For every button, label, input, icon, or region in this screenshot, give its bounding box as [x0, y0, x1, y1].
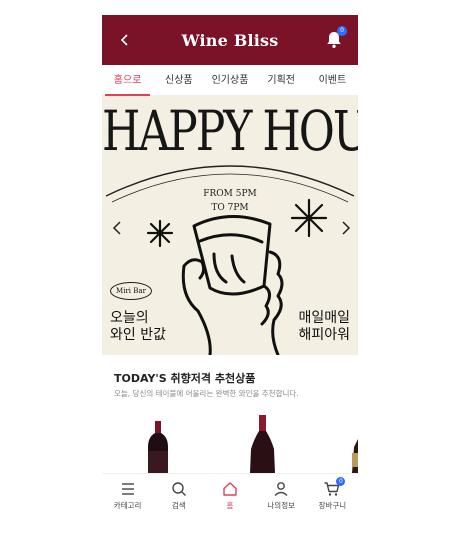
banner-time-from: FROM 5PM — [203, 189, 257, 199]
nav-home-label: 홈 — [226, 501, 234, 510]
banner-next-button[interactable] — [336, 216, 356, 240]
nav-my-info[interactable]: 나의정보 — [256, 474, 307, 515]
app-title: Wine Bliss — [181, 30, 279, 50]
menu-icon — [121, 483, 134, 495]
banner-left-copy: 오늘의 와인 반값 — [110, 310, 166, 344]
bar-name-badge: Miri Bar — [110, 282, 152, 300]
product-wine-bottle-2[interactable] — [250, 415, 275, 473]
promo-banner[interactable]: HAPPY HOUR FROM 5PM TO 7PM Miri Bar 오늘의 … — [102, 96, 358, 355]
banner-right-line1: 매일매일 — [298, 310, 350, 326]
tab-new[interactable]: 신상품 — [153, 65, 204, 95]
tab-special[interactable]: 기획전 — [256, 65, 307, 95]
section-title: TODAY'S 취향저격 추천상품 — [114, 372, 256, 385]
bottom-navigation: 카테고리 검색 홈 나의정보 0 장바구니 — [102, 473, 358, 515]
notification-button[interactable]: 0 — [322, 26, 347, 52]
nav-cart-label: 장바구니 — [318, 501, 347, 510]
cart-icon-wrap: 0 — [323, 477, 346, 498]
banner-headline: HAPPY HOUR — [102, 100, 358, 164]
product-wine-bottle-3[interactable] — [352, 439, 358, 473]
search-icon — [172, 482, 186, 496]
product-carousel — [102, 407, 358, 473]
tab-home[interactable]: 홈으로 — [102, 65, 153, 96]
nav-cart[interactable]: 0 장바구니 — [307, 474, 358, 515]
nav-category[interactable]: 카테고리 — [102, 474, 153, 515]
product-wine-bottle-1[interactable] — [148, 421, 168, 473]
nav-home[interactable]: 홈 — [204, 474, 255, 515]
banner-right-copy: 매일매일 해피아워 — [298, 310, 350, 344]
cart-badge: 0 — [336, 477, 346, 486]
chevron-left-icon — [112, 221, 121, 235]
home-icon — [223, 482, 237, 496]
banner-right-line2: 해피아워 — [298, 327, 350, 343]
banner-left-line2: 와인 반값 — [110, 327, 166, 343]
banner-time-to: TO 7PM — [211, 203, 249, 213]
section-subtitle: 오늘, 당신의 테이블에 어울리는 완벽한 와인을 추천합니다. — [114, 389, 299, 398]
app-header: Wine Bliss 0 — [102, 15, 358, 65]
nav-search[interactable]: 검색 — [153, 474, 204, 515]
chevron-left-icon — [120, 34, 128, 46]
banner-prev-button[interactable] — [107, 216, 127, 240]
notification-badge: 0 — [337, 26, 347, 36]
nav-category-label: 카테고리 — [113, 501, 142, 510]
app-screen: Wine Bliss 0 홈으로 신상품 인기상품 기획전 이벤트 HAPPY … — [102, 15, 358, 515]
banner-left-line1: 오늘의 — [110, 310, 149, 326]
back-button[interactable] — [112, 27, 138, 53]
nav-my-info-label: 나의정보 — [267, 501, 296, 510]
user-icon — [274, 482, 288, 497]
nav-search-label: 검색 — [171, 501, 186, 510]
category-tabs: 홈으로 신상품 인기상품 기획전 이벤트 — [102, 65, 358, 96]
tab-popular[interactable]: 인기상품 — [204, 65, 255, 95]
tab-event[interactable]: 이벤트 — [307, 65, 358, 95]
chevron-right-icon — [342, 221, 351, 235]
sparkle-left-icon — [146, 219, 174, 248]
